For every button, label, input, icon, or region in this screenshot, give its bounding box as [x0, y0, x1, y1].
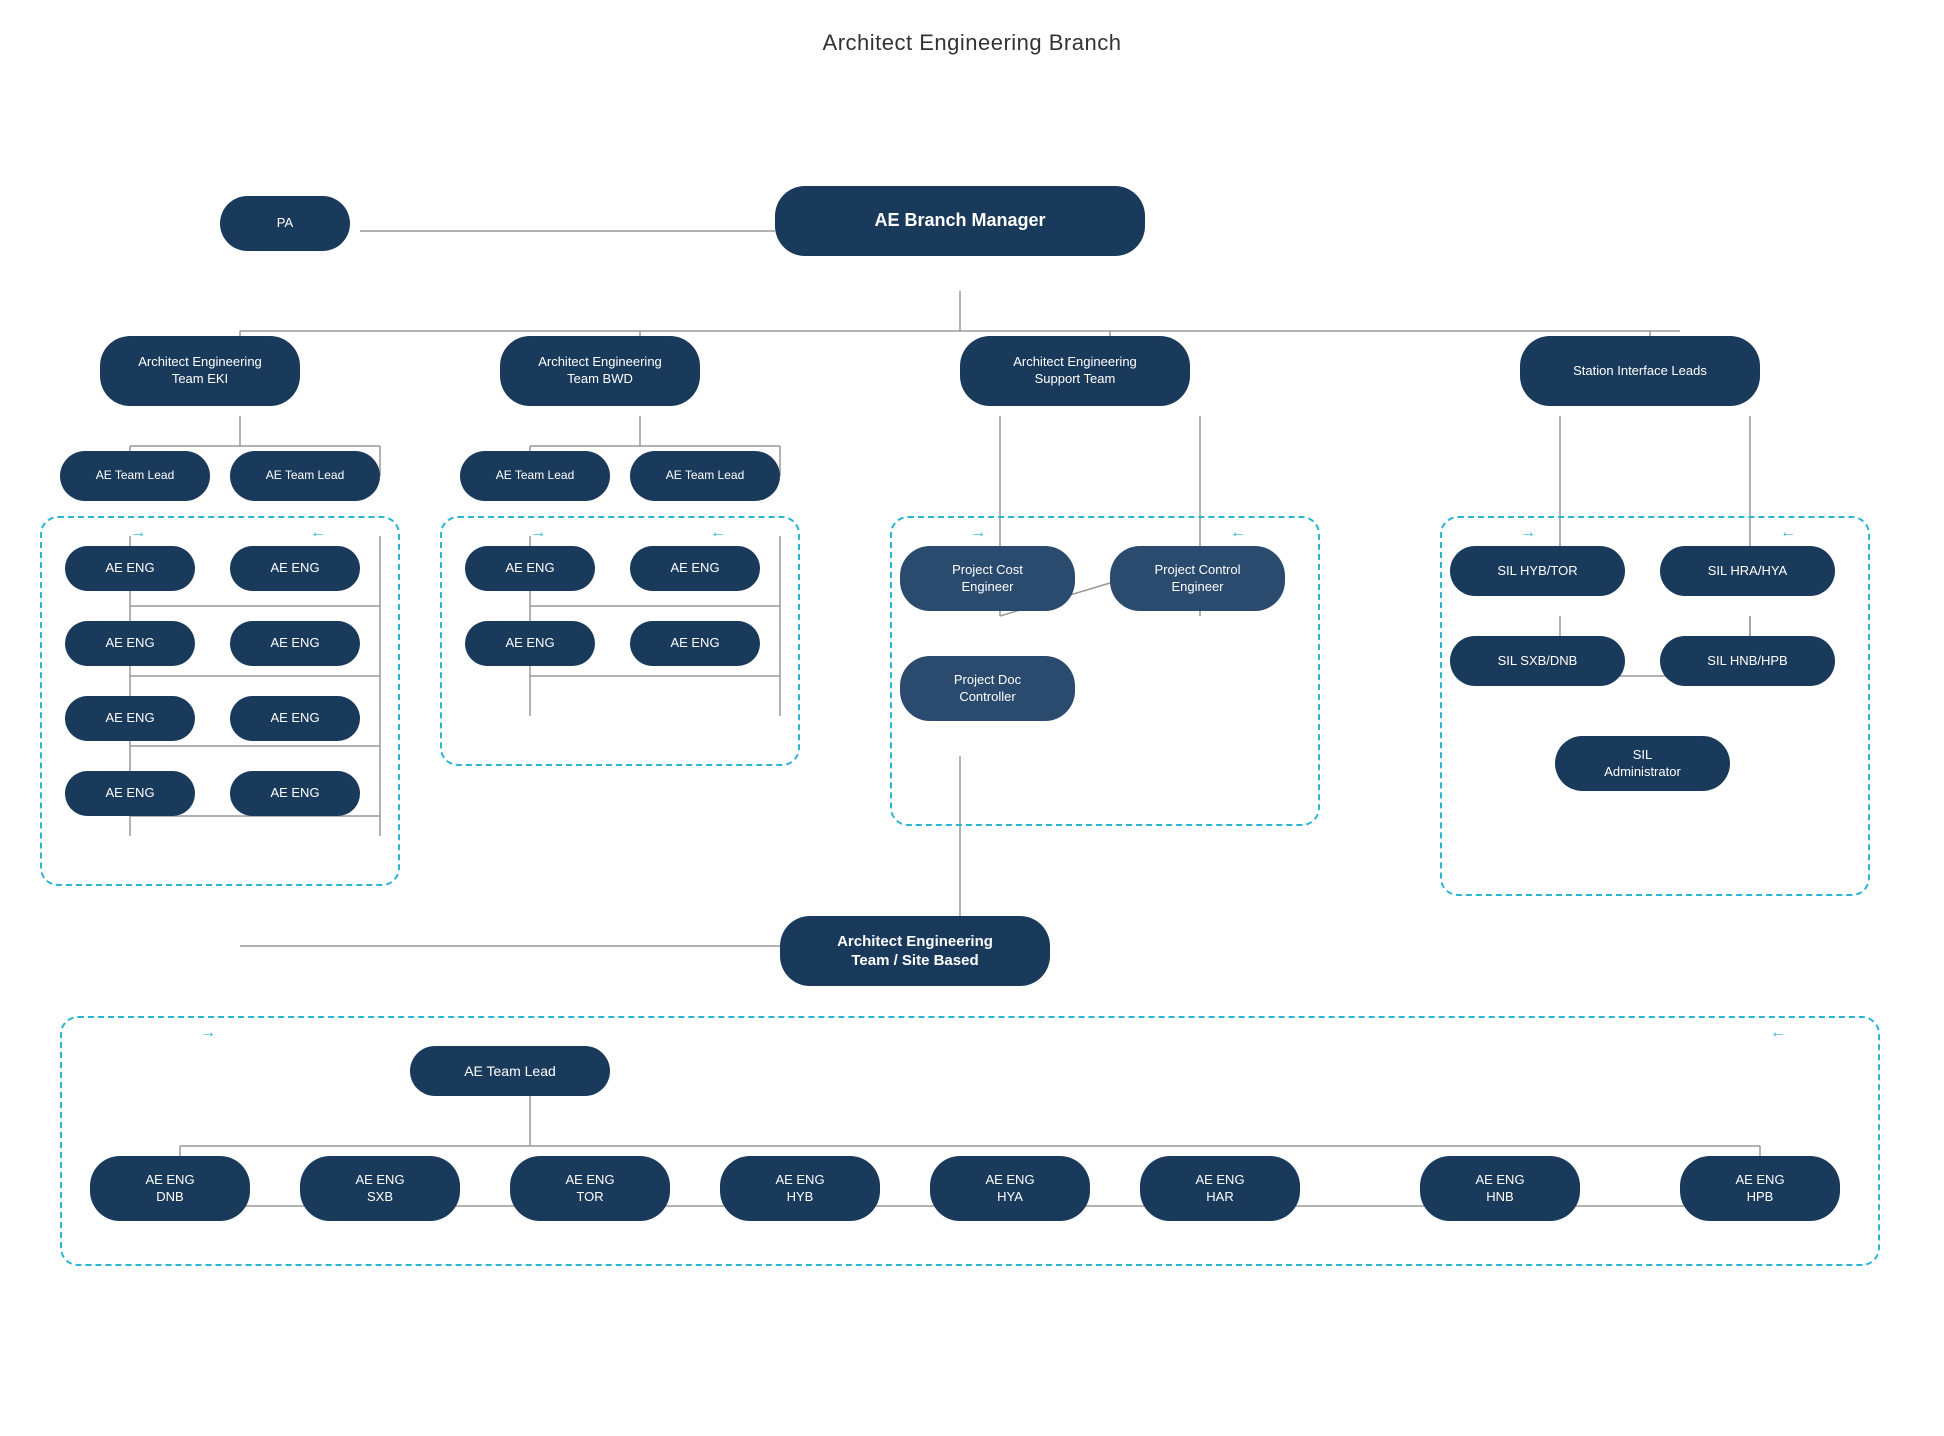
ae-eng-eki-r1c2: AE ENG — [230, 546, 360, 591]
ae-eng-eki-r4c2: AE ENG — [230, 771, 360, 816]
ae-eng-hnb-node: AE ENG HNB — [1420, 1156, 1580, 1221]
ae-eng-bwd-r2c1: AE ENG — [465, 621, 595, 666]
ae-eng-hyb-node: AE ENG HYB — [720, 1156, 880, 1221]
page-title: Architect Engineering Branch — [0, 0, 1944, 76]
sil-sxb-dnb-node: SIL SXB/DNB — [1450, 636, 1625, 686]
pa-node: PA — [220, 196, 350, 251]
ae-team-lead-bwd2-node: AE Team Lead — [630, 451, 780, 501]
eki-arrow-right: → — [130, 524, 146, 542]
ae-eng-tor-node: AE ENG TOR — [510, 1156, 670, 1221]
project-cost-eng-node: Project Cost Engineer — [900, 546, 1075, 611]
ae-team-lead-bwd1-node: AE Team Lead — [460, 451, 610, 501]
bwd-arrow-right: → — [530, 524, 546, 542]
ae-eng-bwd-r1c2: AE ENG — [630, 546, 760, 591]
ae-eng-eki-r2c1: AE ENG — [65, 621, 195, 666]
eki-arrow-left: ← — [310, 524, 326, 542]
ae-eng-eki-r2c2: AE ENG — [230, 621, 360, 666]
ae-eng-bwd-r1c1: AE ENG — [465, 546, 595, 591]
sil-admin-node: SIL Administrator — [1555, 736, 1730, 791]
ae-eng-eki-r1c1: AE ENG — [65, 546, 195, 591]
ae-eng-eki-r3c2: AE ENG — [230, 696, 360, 741]
ae-team-lead-eki1-node: AE Team Lead — [60, 451, 210, 501]
project-control-eng-node: Project Control Engineer — [1110, 546, 1285, 611]
ae-eng-eki-r3c1: AE ENG — [65, 696, 195, 741]
site-arrow-right: → — [200, 1024, 216, 1042]
ae-team-bwd-node: Architect Engineering Team BWD — [500, 336, 700, 406]
ae-support-team-node: Architect Engineering Support Team — [960, 336, 1190, 406]
ae-team-eki-node: Architect Engineering Team EKI — [100, 336, 300, 406]
sil-hyb-tor-node: SIL HYB/TOR — [1450, 546, 1625, 596]
ae-team-site-node: Architect Engineering Team / Site Based — [780, 916, 1050, 986]
ae-eng-dnb-node: AE ENG DNB — [90, 1156, 250, 1221]
sil-hnb-hpb-node: SIL HNB/HPB — [1660, 636, 1835, 686]
ae-eng-har-node: AE ENG HAR — [1140, 1156, 1300, 1221]
ae-team-lead-site-node: AE Team Lead — [410, 1046, 610, 1096]
ae-branch-manager-node: AE Branch Manager — [775, 186, 1145, 256]
site-dashed-box — [60, 1016, 1880, 1266]
ae-eng-eki-r4c1: AE ENG — [65, 771, 195, 816]
site-arrow-left: ← — [1770, 1024, 1786, 1042]
sil-hra-hya-node: SIL HRA/HYA — [1660, 546, 1835, 596]
project-doc-node: Project Doc Controller — [900, 656, 1075, 721]
ae-eng-bwd-r2c2: AE ENG — [630, 621, 760, 666]
ae-eng-sxb-node: AE ENG SXB — [300, 1156, 460, 1221]
ae-eng-hya-node: AE ENG HYA — [930, 1156, 1090, 1221]
sil-arrow-left: ← — [1780, 524, 1796, 542]
ae-team-lead-eki2-node: AE Team Lead — [230, 451, 380, 501]
support-arrow-right: → — [970, 524, 986, 542]
ae-eng-hpb-node: AE ENG HPB — [1680, 1156, 1840, 1221]
org-chart: PA AE Branch Manager Architect Engineeri… — [0, 76, 1944, 1376]
bwd-arrow-left: ← — [710, 524, 726, 542]
sil-arrow-right: → — [1520, 524, 1536, 542]
support-arrow-left: ← — [1230, 524, 1246, 542]
station-interface-node: Station Interface Leads — [1520, 336, 1760, 406]
